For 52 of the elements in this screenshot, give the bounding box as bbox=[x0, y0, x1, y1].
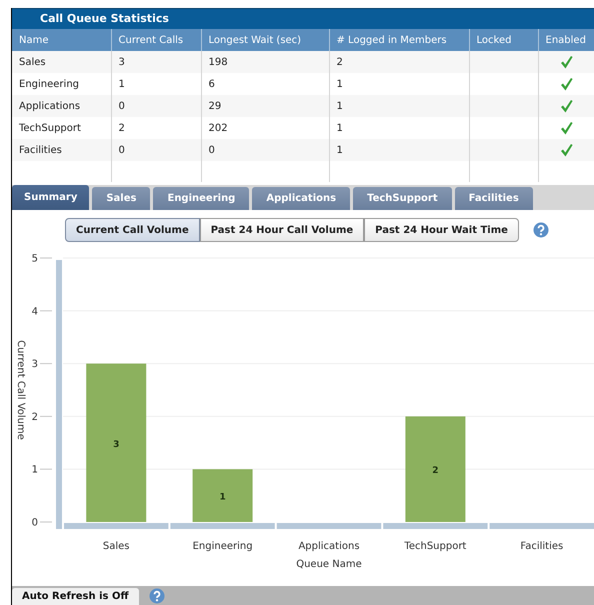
table-cell: Applications bbox=[12, 95, 111, 117]
column-header[interactable]: Longest Wait (sec) bbox=[201, 29, 329, 51]
column-header[interactable]: Name bbox=[12, 29, 111, 51]
axis-tick-label: 1 bbox=[32, 464, 38, 476]
table-cell: 0 bbox=[111, 139, 201, 161]
bar-value-label: 3 bbox=[113, 440, 120, 450]
column-header[interactable]: Enabled bbox=[538, 29, 594, 51]
axis-tick-label: 3 bbox=[32, 359, 38, 370]
bar[interactable] bbox=[192, 469, 253, 522]
category-label: TechSupport bbox=[404, 541, 466, 552]
tab[interactable]: Sales bbox=[92, 187, 150, 210]
table-cell: Engineering bbox=[12, 73, 111, 95]
table-cell: Sales bbox=[12, 51, 111, 73]
help-icon[interactable] bbox=[148, 588, 165, 604]
table-cell: 0 bbox=[111, 95, 201, 117]
table-cell: 2 bbox=[329, 51, 469, 73]
axis-tick-label: 0 bbox=[32, 518, 38, 528]
tab[interactable]: TechSupport bbox=[353, 187, 452, 210]
category-label: Sales bbox=[102, 541, 130, 552]
bar[interactable] bbox=[405, 416, 466, 522]
axis-tick-label: 2 bbox=[32, 412, 38, 423]
table-cell: 29 bbox=[201, 95, 329, 117]
axis-tick-label: 4 bbox=[32, 306, 38, 318]
bar[interactable] bbox=[86, 364, 146, 522]
x-axis-title: Queue Name bbox=[296, 559, 362, 570]
column-header[interactable]: Current Calls bbox=[111, 29, 201, 51]
chart-view-button[interactable]: Past 24 Hour Wait Time bbox=[364, 218, 519, 242]
panel-title: Call Queue Statistics bbox=[12, 8, 594, 29]
table-cell: Facilities bbox=[12, 139, 111, 161]
tab[interactable]: Applications bbox=[252, 187, 350, 210]
bar-value-label: 1 bbox=[219, 492, 226, 503]
table-cell: TechSupport bbox=[12, 117, 111, 139]
tab[interactable]: Facilities bbox=[454, 187, 533, 210]
bar-value-label: 2 bbox=[432, 466, 439, 476]
category-label: Facilities bbox=[520, 541, 564, 552]
category-label: Engineering bbox=[192, 541, 253, 552]
column-header[interactable]: # Logged in Members bbox=[329, 29, 469, 51]
table-cell: 198 bbox=[201, 51, 329, 73]
axis-tick-label: 5 bbox=[32, 254, 38, 264]
table-cell: 1 bbox=[329, 139, 469, 161]
tab[interactable]: Engineering bbox=[153, 187, 250, 210]
help-icon[interactable] bbox=[532, 222, 549, 238]
table-cell: 0 bbox=[201, 139, 329, 161]
column-header[interactable]: Locked bbox=[469, 29, 538, 51]
tab[interactable]: Summary bbox=[12, 185, 90, 210]
table-cell: 3 bbox=[111, 51, 201, 73]
table-cell: 1 bbox=[329, 95, 469, 117]
auto-refresh-button[interactable]: Auto Refresh is Off bbox=[12, 588, 139, 605]
category-label: Applications bbox=[298, 541, 360, 552]
chart-view-button[interactable]: Current Call Volume bbox=[65, 218, 200, 242]
y-axis-title: Current Call Volume bbox=[15, 340, 26, 440]
chart-view-button[interactable]: Past 24 Hour Call Volume bbox=[200, 218, 364, 242]
